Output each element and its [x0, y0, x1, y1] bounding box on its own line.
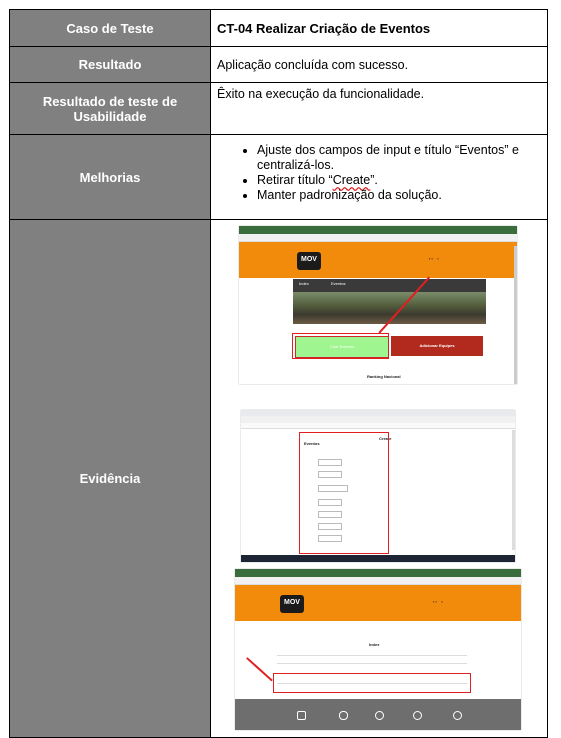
melhoria-item: Ajuste dos campos de input e título “Eve…	[257, 143, 541, 173]
melhorias-label-cell: Melhorias	[9, 134, 211, 220]
form-input[interactable]	[318, 523, 342, 530]
site-footer	[235, 699, 521, 730]
os-taskbar	[241, 555, 515, 562]
test-case-table: Caso de Teste CT-04 Realizar Criação de …	[9, 9, 548, 738]
melhorias-value: Ajuste dos campos de input e título “Eve…	[210, 134, 548, 220]
caso-label-cell: Caso de Teste	[9, 9, 211, 47]
evidence-screenshot-form: Create Eventos	[241, 410, 515, 562]
ranking-title: Ranking Nacional	[367, 374, 401, 379]
melhoria-item2-suffix: ”.	[370, 173, 378, 187]
header-links: ▪ ▪ ▪	[429, 256, 439, 261]
resultado-value: Aplicação concluída com sucesso.	[210, 46, 548, 83]
caso-label: Caso de Teste	[66, 20, 154, 36]
browser-address-bar	[239, 234, 517, 242]
melhoria-item2-prefix: Retirar título “	[257, 173, 333, 187]
row-highlight-box	[273, 673, 471, 693]
form-input[interactable]	[318, 459, 342, 466]
evidencia-label-cell: Evidência	[9, 219, 211, 738]
site-header	[235, 585, 521, 621]
usabilidade-value: Êxito na execução da funcionalidade.	[210, 82, 548, 135]
melhoria-item2-word: Create	[332, 173, 371, 187]
resultado-label-cell: Resultado	[9, 46, 211, 83]
scrollbar[interactable]	[512, 430, 515, 550]
evidencia-value: MOV ▪ ▪ ▪ Index Eventos Criar Eventos Ad…	[210, 219, 548, 738]
usabilidade-label-cell: Resultado de teste de Usabilidade	[9, 82, 211, 135]
melhorias-list: Ajuste dos campos de input e título “Eve…	[217, 143, 541, 203]
nav-index[interactable]: Index	[299, 281, 309, 286]
browser-tab-bar	[235, 569, 521, 577]
form-input[interactable]	[318, 471, 342, 478]
evidence-area: MOV ▪ ▪ ▪ Index Eventos Criar Eventos Ad…	[211, 220, 547, 737]
caso-value: CT-04 Realizar Criação de Eventos	[210, 9, 548, 47]
highlight-arrow	[246, 657, 273, 682]
table-row	[277, 663, 467, 664]
melhoria-item: Retirar título “Create”.	[257, 173, 541, 188]
highlight-box	[292, 333, 389, 359]
evidencia-label: Evidência	[79, 471, 141, 486]
site-navbar: Index Eventos	[293, 279, 486, 292]
table-row	[277, 655, 467, 656]
scrollbar[interactable]	[514, 246, 517, 384]
resultado-label: Resultado	[78, 57, 142, 72]
melhoria-item: Manter padronização da solução.	[257, 188, 541, 203]
header-links: ▪ ▪ ▪	[433, 599, 443, 604]
form-input[interactable]	[318, 499, 342, 506]
browser-tab-bar	[239, 226, 517, 234]
site-header	[239, 242, 517, 278]
site-logo: MOV	[297, 252, 321, 270]
site-logo: MOV	[280, 595, 304, 613]
form-select[interactable]	[318, 485, 348, 492]
evidence-screenshot-index: MOV ▪ ▪ ▪ Index	[235, 569, 521, 730]
nav-eventos[interactable]: Eventos	[331, 281, 345, 286]
index-title: Index	[369, 642, 380, 647]
browser-address-bar	[235, 577, 521, 585]
usabilidade-label: Resultado de teste de Usabilidade	[42, 93, 178, 124]
bookmarks-bar	[241, 423, 515, 429]
eventos-title: Eventos	[304, 441, 320, 446]
form-input[interactable]	[318, 535, 342, 542]
form-input[interactable]	[318, 511, 342, 518]
adicionar-equipes-button[interactable]: Adicionar Equipes	[391, 336, 483, 356]
evidence-screenshot-home: MOV ▪ ▪ ▪ Index Eventos Criar Eventos Ad…	[239, 226, 517, 384]
melhorias-label: Melhorias	[79, 169, 141, 185]
form-highlight-box: Eventos	[299, 432, 389, 554]
